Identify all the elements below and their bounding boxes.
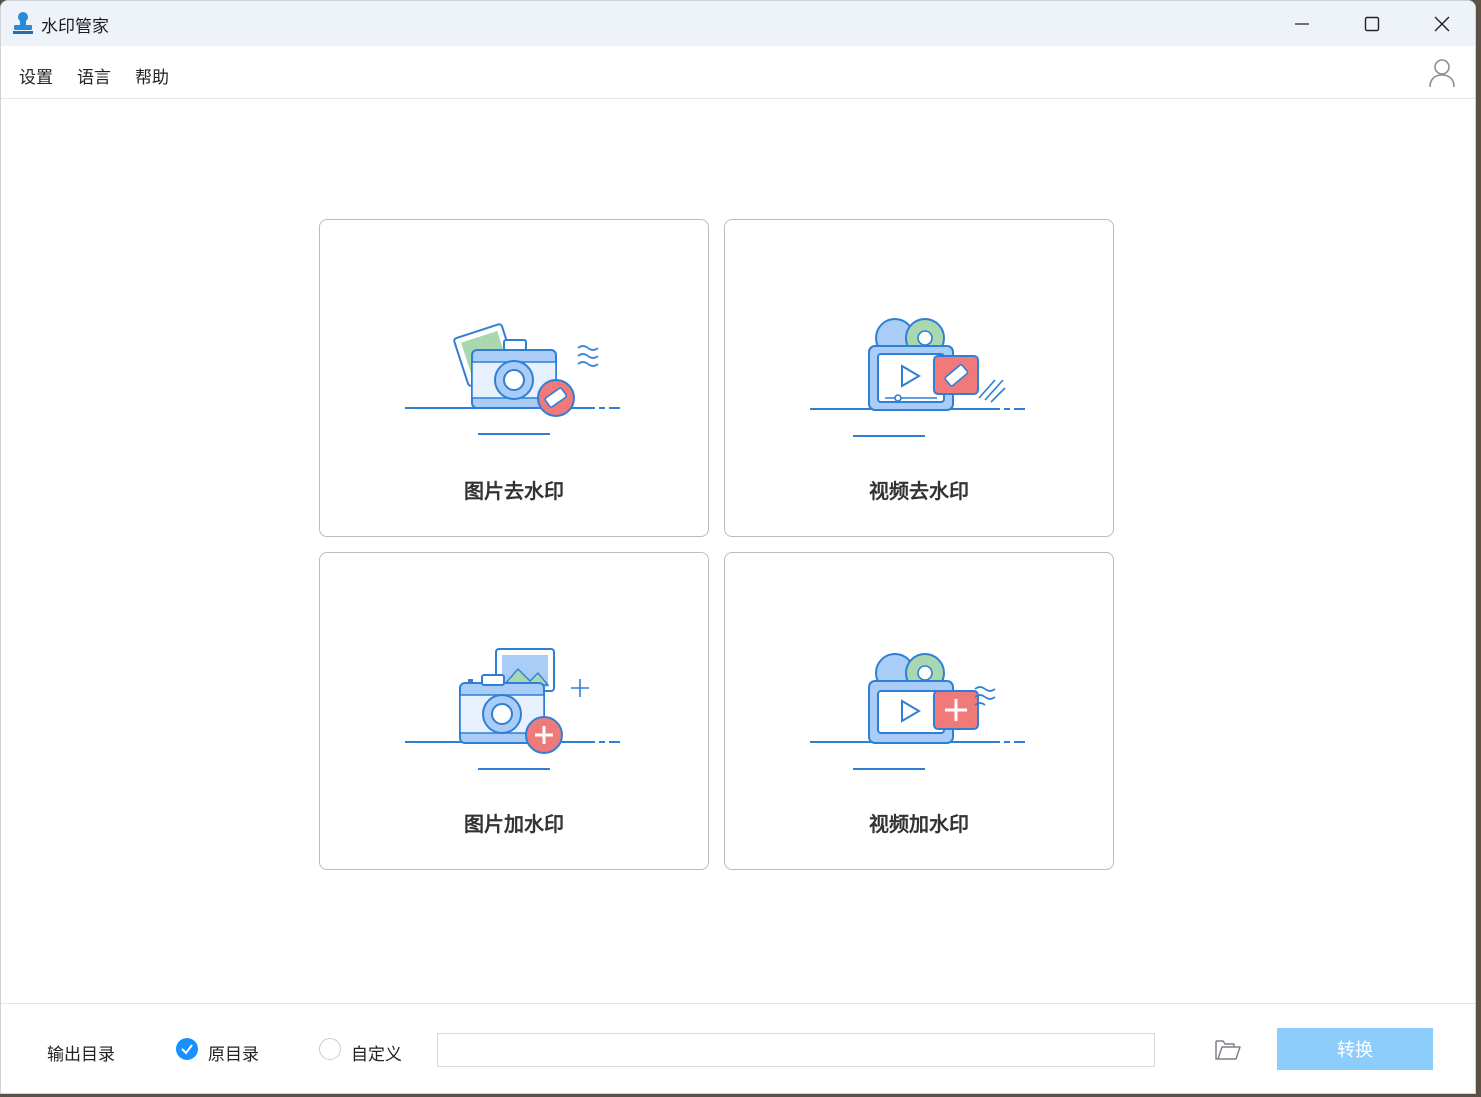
video-remove-watermark-card[interactable]: 视频去水印 bbox=[724, 219, 1114, 537]
original-directory-label[interactable]: 原目录 bbox=[208, 1040, 259, 1065]
convert-button[interactable]: 转换 bbox=[1277, 1028, 1433, 1070]
check-icon bbox=[181, 1044, 193, 1055]
video-eraser-icon bbox=[810, 318, 1025, 437]
user-account-icon[interactable] bbox=[1428, 58, 1456, 88]
card-label: 视频去水印 bbox=[869, 479, 969, 503]
close-icon bbox=[1434, 16, 1450, 31]
custom-directory-radio[interactable] bbox=[319, 1038, 341, 1060]
menu-language[interactable]: 语言 bbox=[77, 63, 111, 88]
app-window: 水印管家 设置 语言 帮助 图片去水印 视频去水印 图片加水印 视频加水印 输出… bbox=[0, 0, 1476, 1094]
menu-help[interactable]: 帮助 bbox=[135, 63, 169, 88]
original-directory-radio[interactable] bbox=[176, 1038, 198, 1060]
card-label: 图片去水印 bbox=[464, 479, 564, 503]
output-directory-label: 输出目录 bbox=[47, 1045, 115, 1065]
folder-open-icon[interactable] bbox=[1214, 1036, 1242, 1062]
video-plus-icon bbox=[810, 653, 1025, 770]
menu-bar: 设置 语言 帮助 bbox=[1, 46, 1475, 99]
close-button[interactable] bbox=[1407, 1, 1475, 46]
minimize-button[interactable] bbox=[1267, 1, 1337, 46]
menu-settings[interactable]: 设置 bbox=[19, 63, 53, 88]
stamp-logo-icon bbox=[13, 12, 33, 34]
card-label: 视频加水印 bbox=[869, 812, 969, 836]
custom-directory-label[interactable]: 自定义 bbox=[351, 1040, 402, 1065]
image-remove-watermark-card[interactable]: 图片去水印 bbox=[319, 219, 709, 537]
camera-plus-icon bbox=[405, 648, 620, 770]
title-bar: 水印管家 bbox=[1, 1, 1475, 46]
window-title: 水印管家 bbox=[41, 17, 109, 37]
output-path-input[interactable] bbox=[437, 1033, 1155, 1067]
image-add-watermark-card[interactable]: 图片加水印 bbox=[319, 552, 709, 870]
video-add-watermark-card[interactable]: 视频加水印 bbox=[724, 552, 1114, 870]
maximize-icon bbox=[1364, 16, 1380, 31]
output-directory-bar: 输出目录 原目录 自定义 转换 bbox=[1, 1003, 1475, 1093]
card-label: 图片加水印 bbox=[464, 812, 564, 836]
minimize-icon bbox=[1295, 22, 1309, 25]
maximize-button[interactable] bbox=[1337, 1, 1407, 46]
camera-eraser-icon bbox=[405, 323, 620, 435]
